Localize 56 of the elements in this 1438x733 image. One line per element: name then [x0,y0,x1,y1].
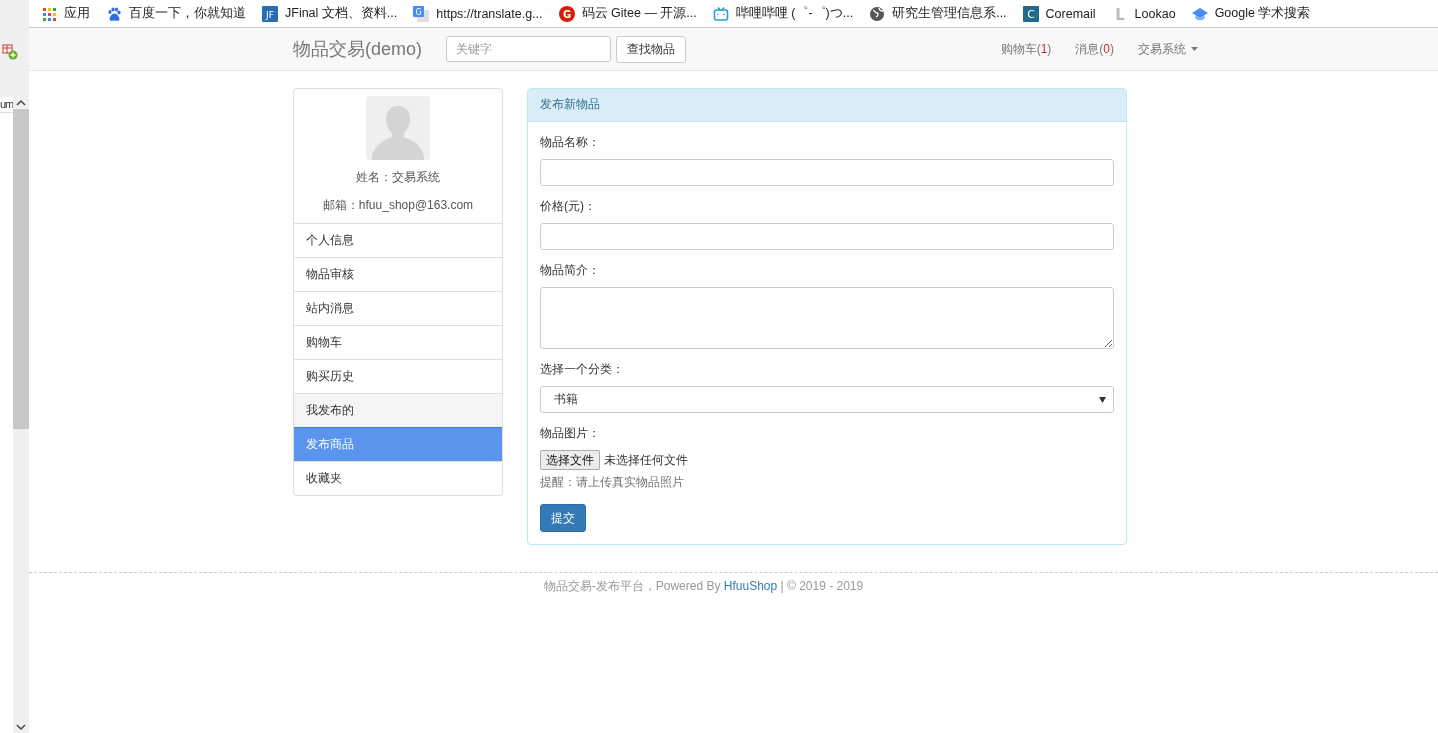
caret-icon [1099,396,1106,403]
caret-icon [1191,47,1198,51]
nav-link[interactable]: 购物车(1) [988,40,1064,58]
scroll-down-icon[interactable] [16,723,26,731]
bookmark-item[interactable]: 研究生管理信息系... [869,5,1007,22]
field-label: 选择一个分类： [540,361,625,378]
upload-hint: 提醒：请上传真实物品照片 [540,474,685,491]
letter-tile-icon: C [1022,5,1039,22]
scrollbar-thumb[interactable] [13,109,29,429]
bookmark-item[interactable]: G 码云 Gitee — 开源... [558,5,697,22]
panel-title: 发布新物品 [528,89,1126,122]
graduation-cap-icon [1191,5,1208,22]
choose-file-button[interactable]: 选择文件 [540,450,600,470]
search-button[interactable]: 查找物品 [616,35,686,63]
avatar-silhouette [366,96,430,160]
letter-icon: L [1111,5,1128,22]
scroll-up-icon[interactable] [16,99,26,107]
apps-grid-icon [41,5,57,22]
tv-icon [712,5,729,22]
input-field[interactable] [540,223,1114,250]
table-add-icon[interactable] [2,44,18,60]
search-field[interactable]: 关键字 [446,36,611,62]
sidebar-item[interactable]: 站内消息 [294,291,502,325]
profile-email: 邮箱：hfuu_shop@163.com [322,197,474,214]
globe-icon [869,5,886,22]
bookmark-item[interactable]: Google 学术搜索 [1191,5,1311,22]
sidebar-item[interactable]: 收藏夹 [294,461,502,495]
field-label: 物品图片： [540,425,601,442]
nav-link[interactable]: 消息(0) [1063,40,1126,58]
bookmark-item[interactable]: L Lookao [1111,5,1176,22]
sidebar-item[interactable]: 购物车 [294,325,502,359]
profile-name: 姓名：交易系统 [356,169,440,186]
bookmark-item[interactable]: 哔哩哔哩 (゜-゜)つ... [712,5,854,22]
category-select[interactable]: 书籍 [540,386,1114,413]
bookmark-item[interactable]: G https://translate.g... [413,5,543,22]
nav-dropdown[interactable]: 交易系统 [1126,40,1210,58]
field-label: 物品名称： [540,134,601,151]
sidebar-item[interactable]: 个人信息 [294,223,502,257]
footer-text: 物品交易-发布平台，Powered By HfuuShop | © 2019 - 2019 [542,578,865,595]
textarea-field[interactable] [540,287,1114,349]
paw-icon [106,5,122,22]
field-label: 物品简介： [540,262,601,279]
bookmark-item[interactable]: C Coremail [1022,5,1096,22]
site-brand[interactable]: 物品交易(demo) [293,37,422,61]
sidebar-item[interactable]: 我发布的 [294,393,502,427]
bookmark-item[interactable]: 应用 [41,5,90,22]
field-label: 价格(元)： [540,198,597,215]
bookmark-item[interactable]: JF JFinal 文档、资料... [262,5,398,22]
file-status: 未选择任何文件 [604,451,688,469]
letter-circle-icon: G [558,5,575,22]
submit-button[interactable]: 提交 [540,504,586,532]
input-field[interactable] [540,159,1114,186]
footer-link[interactable]: HfuuShop [723,579,778,593]
bookmark-item[interactable]: 百度一下，你就知道 [106,5,246,22]
sidebar-item[interactable]: 物品审核 [294,257,502,291]
letter-tile-icon: JF [262,5,278,22]
